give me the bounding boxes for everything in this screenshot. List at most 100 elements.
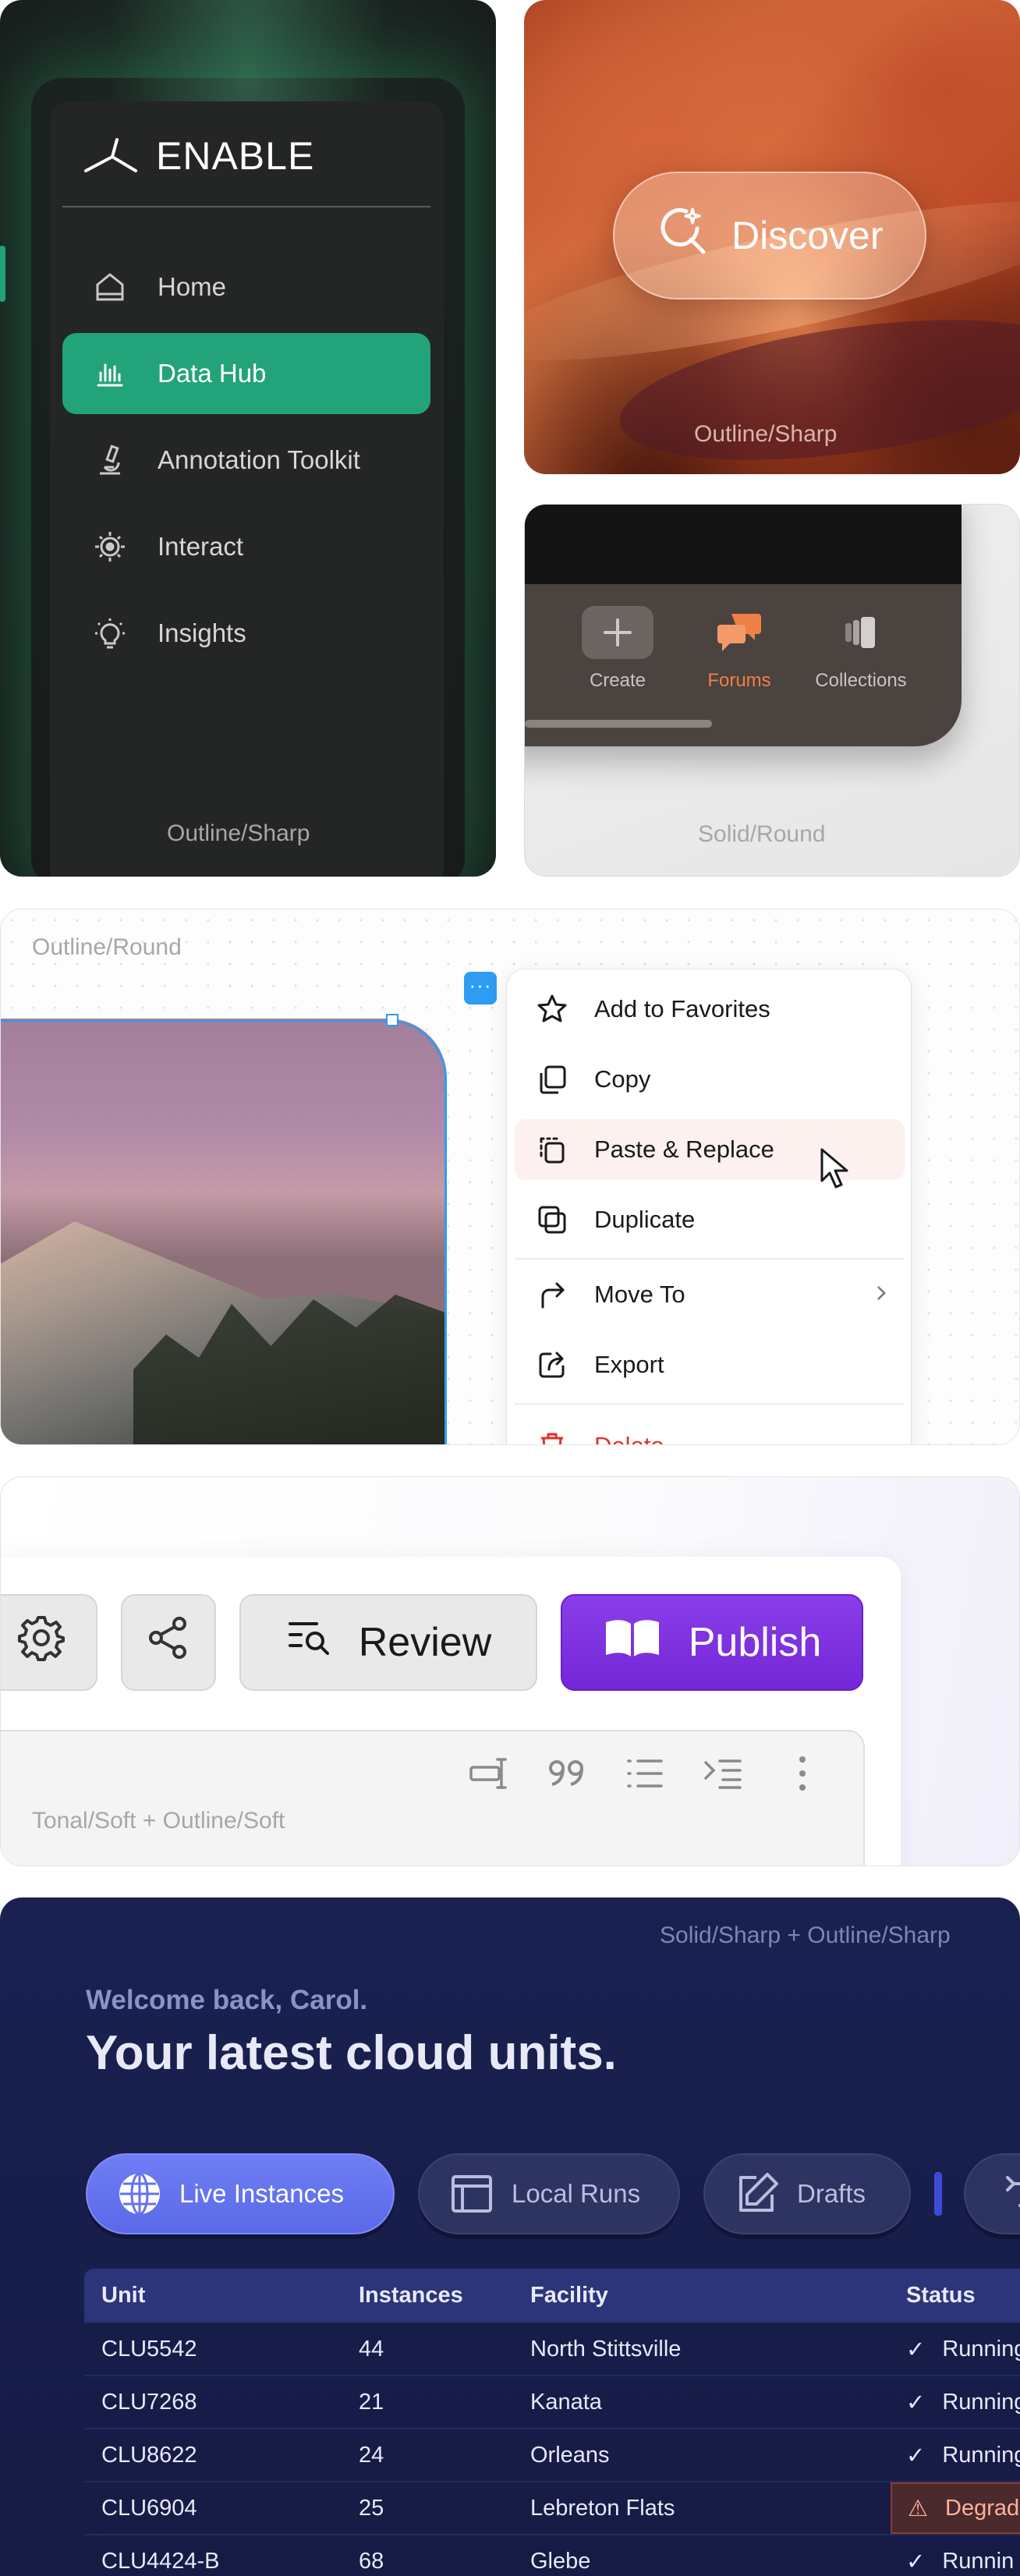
nav-item-insights[interactable]: Insights — [62, 593, 430, 674]
share-button[interactable] — [121, 1594, 216, 1691]
unit-cell: CLU7268 — [101, 2389, 197, 2415]
text-cursor-icon[interactable] — [466, 1750, 512, 1797]
chip-label: Drafts — [797, 2179, 866, 2208]
mouse-cursor-icon — [819, 1146, 855, 1196]
menu-item-label: Add to Favorites — [594, 995, 770, 1022]
menu-item-export[interactable]: Export — [515, 1334, 905, 1395]
plus-icon — [582, 606, 653, 659]
chat-bubbles-icon — [703, 606, 775, 659]
globe-icon — [117, 2171, 162, 2216]
more-vertical-icon[interactable] — [779, 1750, 826, 1797]
discover-button[interactable]: Discover — [613, 172, 926, 299]
home-indicator — [525, 720, 712, 728]
settings-button[interactable] — [1, 1594, 97, 1691]
menu-item-add-to-favorites[interactable]: Add to Favorites — [515, 979, 905, 1040]
quote-icon[interactable] — [544, 1750, 590, 1797]
column-header[interactable]: Facility — [530, 2283, 608, 2308]
paste-icon — [535, 1132, 569, 1167]
menu-item-delete[interactable]: Delete — [515, 1416, 905, 1444]
instances-cell: 21 — [359, 2389, 384, 2415]
table-row[interactable]: CLU6904 25 Lebreton Flats ⚠ Degrad — [84, 2481, 1020, 2534]
table-row[interactable]: CLU7268 21 Kanata ✓ Running — [84, 2375, 1020, 2428]
collections-icon — [825, 606, 897, 659]
brand-name: ENABLE — [156, 134, 315, 178]
tab-collections[interactable]: Collections — [802, 606, 919, 692]
status-cell: ✓ Running — [891, 2429, 1020, 2481]
copy-icon — [535, 1062, 569, 1097]
table-row[interactable]: CLU8622 24 Orleans ✓ Running — [84, 2428, 1020, 2481]
check-icon: ✓ — [906, 2390, 926, 2415]
brand-logo-icon — [84, 138, 137, 172]
chip-live-instances[interactable]: Live Instances — [86, 2153, 395, 2234]
instances-cell: 68 — [359, 2548, 384, 2574]
book-icon — [603, 1616, 662, 1670]
home-icon — [90, 268, 129, 306]
facility-cell: Lebreton Flats — [530, 2495, 675, 2521]
style-label: Outline/Round — [32, 934, 182, 960]
menu-divider — [515, 1403, 905, 1405]
discover-card: Discover Outline/Sharp — [524, 0, 1020, 474]
style-label: Tonal/Soft + Outline/Soft — [32, 1808, 285, 1834]
phone-screen-top — [525, 505, 962, 584]
divider — [62, 206, 430, 207]
nav-item-label: Data Hub — [158, 359, 267, 388]
menu-item-label: Export — [594, 1351, 664, 1378]
tab-label: Create — [589, 670, 646, 691]
publish-button[interactable]: Publish — [561, 1594, 863, 1691]
unit-cell: CLU4424-B — [101, 2548, 220, 2574]
chip-drafts[interactable]: Drafts — [703, 2153, 911, 2234]
status-label: Runnin — [942, 2548, 1015, 2574]
toolbar-card: Review Publish Tonal/Soft + Outline/Soft — [0, 1476, 1020, 1866]
menu-item-copy[interactable]: Copy — [515, 1049, 905, 1110]
table-row[interactable]: CLU5542 44 North Stittsville ✓ Running — [84, 2322, 1020, 2375]
menu-item-duplicate[interactable]: Duplicate — [515, 1189, 905, 1250]
nav-item-annotation-toolkit[interactable]: Annotation Toolkit — [62, 420, 430, 501]
data-hub-icon — [90, 354, 129, 393]
chip-label: Live Instances — [179, 2179, 344, 2208]
warning-icon: ⚠ — [908, 2496, 928, 2521]
status-label: Degrad — [945, 2495, 1020, 2521]
discover-label: Discover — [731, 214, 884, 257]
review-button[interactable]: Review — [239, 1594, 537, 1691]
nav-item-home[interactable]: Home — [62, 246, 430, 328]
review-search-icon — [285, 1616, 335, 1670]
more-options-button[interactable]: ··· — [464, 972, 497, 1005]
phone-mockup: Create Forums Collections — [525, 505, 962, 746]
nav-item-interact[interactable]: Interact — [62, 506, 430, 587]
resize-handle[interactable] — [386, 1014, 398, 1026]
indent-icon[interactable] — [699, 1750, 746, 1797]
tab-create[interactable]: Create — [559, 606, 676, 692]
selection-frame — [1, 1020, 447, 1444]
nav-item-data-hub[interactable]: Data Hub — [62, 333, 430, 414]
column-header[interactable]: Instances — [359, 2283, 463, 2308]
window-icon — [449, 2171, 494, 2216]
style-label: Solid/Round — [698, 821, 826, 847]
target-icon — [90, 527, 129, 566]
list-icon[interactable] — [622, 1750, 668, 1797]
welcome-text: Welcome back, Carol. — [86, 1985, 368, 2015]
brand: ENABLE — [83, 133, 314, 179]
instances-cell: 24 — [359, 2442, 384, 2468]
unit-cell: CLU6904 — [101, 2495, 197, 2521]
style-label: Outline/Sharp — [694, 421, 838, 447]
chip-local-runs[interactable]: Local Runs — [418, 2153, 680, 2234]
instances-cell: 25 — [359, 2495, 384, 2521]
export-icon — [535, 1348, 569, 1382]
gear-icon — [16, 1613, 66, 1673]
column-header[interactable]: Unit — [101, 2283, 145, 2308]
publish-label: Publish — [688, 1620, 822, 1665]
table-row[interactable]: CLU4424-B 68 Glebe ✓ Runnin — [84, 2534, 1020, 2576]
column-header[interactable]: Status — [906, 2283, 976, 2308]
menu-item-label: Delete — [594, 1432, 664, 1444]
units-table: Unit Instances Facility Status CLU5542 4… — [84, 2269, 1020, 2576]
status-cell: ✓ Running — [891, 2323, 1020, 2375]
menu-item-move-to[interactable]: Move To — [515, 1264, 905, 1325]
pencil-icon — [735, 2171, 780, 2216]
status-cell: ✓ Runnin — [891, 2535, 1020, 2576]
sidebar-panel: ENABLE Home Data Hub Annotation Toolkit — [50, 101, 444, 877]
tab-forums[interactable]: Forums — [681, 606, 798, 692]
nav-card: ENABLE Home Data Hub Annotation Toolkit — [0, 0, 496, 877]
page-title: Your latest cloud units. — [86, 2026, 617, 2080]
chip-label: Local Runs — [512, 2179, 641, 2208]
chip-more[interactable] — [964, 2153, 1020, 2234]
